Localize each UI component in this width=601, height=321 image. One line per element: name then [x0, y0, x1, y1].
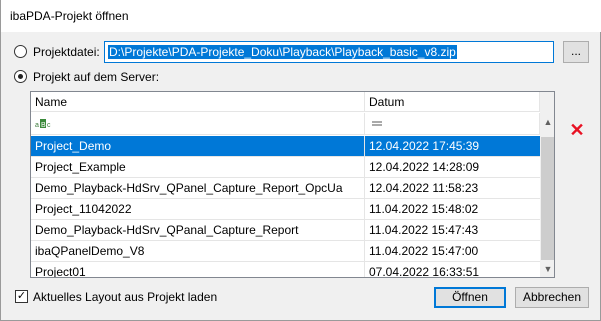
name-filter-cell[interactable]: a B c [31, 113, 365, 135]
file-path-input[interactable]: D:\Projekte\PDA-Projekte_Doku\Playback\P… [104, 41, 554, 63]
svg-text:c: c [47, 122, 51, 129]
table-row[interactable]: ibaQPanelDemo_V8 11.04.2022 15:47:00 [31, 241, 540, 262]
svg-text:B: B [41, 122, 46, 129]
delete-x-icon[interactable]: ✕ [567, 120, 587, 140]
scroll-up-icon[interactable]: ▲ [540, 114, 554, 130]
server-radio-label[interactable]: Projekt auf dem Server: [33, 70, 159, 84]
table-row[interactable]: Demo_Playback-HdSrv_QPanal_Capture_Repor… [31, 220, 540, 241]
title-bar: ibaPDA-Projekt öffnen [1, 0, 601, 32]
row-name: Demo_Playback-HdSrv_QPanal_Capture_Repor… [31, 220, 365, 240]
column-header-name[interactable]: Name [31, 92, 365, 112]
row-date: 11.04.2022 15:47:43 [369, 223, 479, 237]
dialog-window: ibaPDA-Projekt öffnen Projektdatei: D:\P… [0, 0, 601, 321]
table-row[interactable]: Project_Example 12.04.2022 14:28:09 [31, 157, 540, 178]
row-date: 07.04.2022 16:33:51 [369, 265, 480, 278]
row-date: 11.04.2022 15:47:00 [369, 244, 479, 258]
row-name: Project_Demo [31, 136, 365, 156]
browse-button[interactable]: ... [563, 41, 589, 63]
table-row[interactable]: Project01 07.04.2022 16:33:51 [31, 262, 540, 278]
file-path-value: D:\Projekte\PDA-Projekte_Doku\Playback\P… [108, 45, 457, 59]
file-radio[interactable] [14, 45, 27, 58]
row-date: 11.04.2022 15:48:02 [369, 202, 479, 216]
date-filter-cell[interactable] [365, 113, 540, 135]
table-row[interactable]: Project_11042022 11.04.2022 15:48:02 [31, 199, 540, 220]
table-row[interactable]: Project_Demo 12.04.2022 17:45:39 [31, 136, 540, 157]
vertical-scrollbar[interactable]: ▲ ▼ [540, 92, 554, 277]
row-name: Project_11042022 [31, 199, 365, 219]
table-row[interactable]: Demo_Playback-HdSrv_QPanel_Capture_Repor… [31, 178, 540, 199]
scroll-down-icon[interactable]: ▼ [540, 261, 554, 277]
row-name: Project_Example [31, 157, 365, 177]
svg-text:a: a [35, 122, 39, 129]
file-radio-label[interactable]: Projektdatei: [33, 45, 100, 59]
open-button[interactable]: Öffnen [434, 287, 506, 308]
row-date: 12.04.2022 14:28:09 [369, 160, 480, 174]
scrollbar-thumb[interactable] [541, 137, 554, 260]
row-name: ibaQPanelDemo_V8 [31, 241, 365, 261]
server-radio[interactable] [14, 70, 27, 83]
project-grid: Name Datum a B c Project_Demo 12.04.2022… [30, 91, 555, 278]
cancel-button[interactable]: Abbrechen [515, 287, 589, 308]
text-filter-icon: a B c [35, 119, 51, 129]
row-date: 12.04.2022 11:58:23 [369, 181, 479, 195]
load-layout-label[interactable]: Aktuelles Layout aus Projekt laden [33, 290, 217, 304]
row-name: Project01 [31, 262, 365, 277]
column-header-date[interactable]: Datum [365, 92, 540, 112]
window-title: ibaPDA-Projekt öffnen [10, 9, 129, 23]
equals-filter-icon [372, 121, 382, 126]
row-date: 12.04.2022 17:45:39 [369, 139, 480, 153]
load-layout-checkbox[interactable]: ✓ [15, 290, 28, 303]
row-name: Demo_Playback-HdSrv_QPanel_Capture_Repor… [31, 178, 365, 198]
